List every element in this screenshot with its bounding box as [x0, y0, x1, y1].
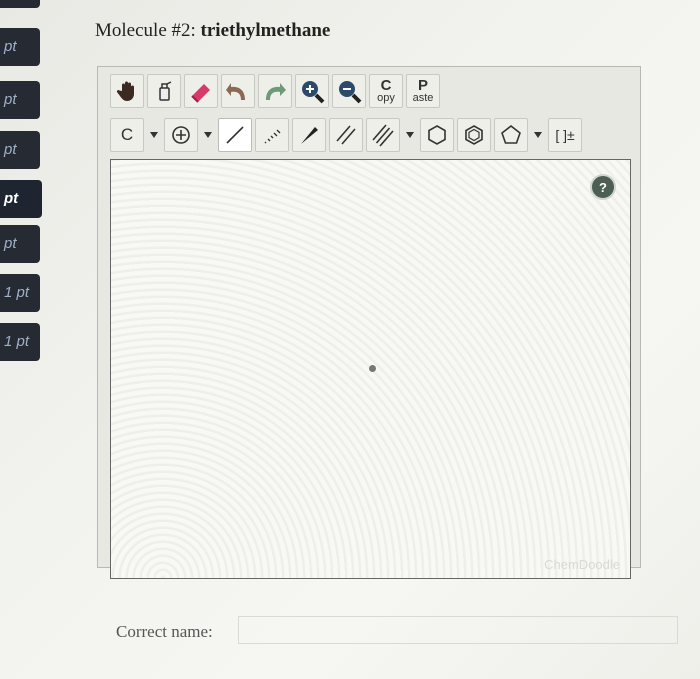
- sidebar-tab-6[interactable]: 1 pt: [0, 274, 40, 312]
- chemdoodle-editor: C opy P aste C []± ? ChemDoodle: [97, 66, 641, 579]
- toolbar-bottom: C []±: [110, 115, 582, 155]
- hashed-bond-button[interactable]: [255, 118, 289, 152]
- wedge-bond-icon: [301, 127, 318, 144]
- element-dropdown[interactable]: [147, 118, 161, 152]
- redo-arrow-icon: [266, 83, 286, 100]
- single-bond-icon: [226, 126, 244, 144]
- hexagon-icon: [428, 125, 446, 145]
- molecule-name: triethylmethane: [200, 20, 331, 41]
- paste-button[interactable]: P aste: [406, 74, 440, 108]
- pentagon-icon: [501, 124, 521, 144]
- hashed-bond-icon: [264, 129, 281, 144]
- chevron-down-icon: [204, 132, 212, 138]
- redo-button[interactable]: [258, 74, 292, 108]
- wedge-bond-button[interactable]: [292, 118, 326, 152]
- sidebar: pt pt pt pt pt 1 pt 1 pt: [0, 0, 42, 679]
- sidebar-tab-2[interactable]: pt: [0, 81, 40, 119]
- chevron-down-icon: [406, 132, 414, 138]
- chevron-down-icon: [150, 132, 158, 138]
- undo-arrow-icon: [226, 83, 245, 100]
- bond-dropdown[interactable]: [403, 118, 417, 152]
- question-prefix: Molecule #2:: [95, 20, 196, 41]
- triple-bond-icon: [372, 124, 394, 147]
- single-bond-button[interactable]: [218, 118, 252, 152]
- hand-icon: [116, 81, 134, 101]
- sidebar-tab-top[interactable]: [0, 0, 40, 8]
- lasso-icon: [159, 81, 172, 101]
- benzene-button[interactable]: [457, 118, 491, 152]
- zoom-out-button[interactable]: [332, 74, 366, 108]
- double-bond-icon: [336, 125, 356, 145]
- eraser-button[interactable]: [184, 74, 218, 108]
- sidebar-tab-7[interactable]: 1 pt: [0, 323, 40, 361]
- help-icon[interactable]: ?: [590, 174, 616, 200]
- double-bond-button[interactable]: [329, 118, 363, 152]
- toolbar-top: C opy P aste: [110, 71, 440, 111]
- benzene-icon: [465, 125, 483, 145]
- cyclopentane-button[interactable]: [494, 118, 528, 152]
- atom-dot: [369, 365, 376, 372]
- chemdoodle-watermark: ChemDoodle: [544, 557, 620, 572]
- sidebar-tab-4-active[interactable]: pt: [0, 180, 42, 218]
- plus-circle-icon: [172, 126, 190, 144]
- charge-dropdown[interactable]: [201, 118, 215, 152]
- question-title: Molecule #2: triethylmethane: [95, 20, 330, 42]
- pan-hand-button[interactable]: [110, 74, 144, 108]
- bracket-charge-button[interactable]: [ ]±: [548, 118, 582, 152]
- correct-name-input[interactable]: [238, 616, 678, 644]
- sidebar-tab-3[interactable]: pt: [0, 131, 40, 169]
- ring-dropdown[interactable]: [531, 118, 545, 152]
- zoom-in-icon: [302, 81, 325, 104]
- element-carbon-button[interactable]: C: [110, 118, 144, 152]
- undo-button[interactable]: [221, 74, 255, 108]
- chevron-down-icon: [534, 132, 542, 138]
- correct-name-label: Correct name:: [116, 622, 213, 641]
- charge-button[interactable]: [164, 118, 198, 152]
- drawing-canvas[interactable]: ? ChemDoodle: [110, 159, 631, 579]
- triple-bond-button[interactable]: [366, 118, 400, 152]
- eraser-icon: [191, 84, 210, 103]
- zoom-in-button[interactable]: [295, 74, 329, 108]
- sidebar-tab-5[interactable]: pt: [0, 225, 40, 263]
- lasso-select-button[interactable]: [147, 74, 181, 108]
- cyclohexane-button[interactable]: [420, 118, 454, 152]
- zoom-out-icon: [339, 81, 362, 104]
- sidebar-tab-1[interactable]: pt: [0, 28, 40, 66]
- copy-button[interactable]: C opy: [369, 74, 403, 108]
